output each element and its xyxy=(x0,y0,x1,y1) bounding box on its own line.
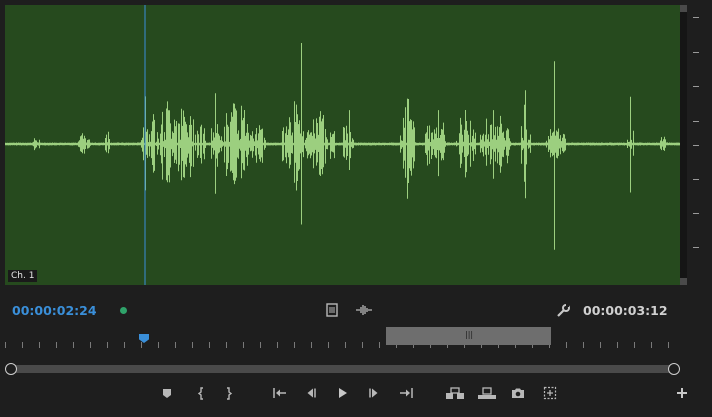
ruler-tick xyxy=(226,342,227,348)
ruler-tick xyxy=(362,342,363,348)
scrollbar-bottom-cap[interactable] xyxy=(680,278,687,285)
ruler-tick xyxy=(617,342,618,348)
overwrite-icon[interactable] xyxy=(476,384,498,402)
ruler-tick xyxy=(90,342,91,348)
go-to-in-icon[interactable] xyxy=(270,384,290,402)
ruler-tick xyxy=(39,342,40,348)
ruler-tick xyxy=(277,342,278,348)
amplitude-tick xyxy=(693,121,699,122)
camera-icon[interactable] xyxy=(508,384,528,402)
plus-icon[interactable] xyxy=(672,384,692,402)
amplitude-tick xyxy=(693,86,699,87)
amplitude-tick xyxy=(693,17,699,18)
zoom-scrollbar[interactable] xyxy=(5,363,680,375)
step-back-icon[interactable] xyxy=(301,384,321,402)
insert-icon[interactable] xyxy=(444,384,466,402)
ruler-tick xyxy=(260,342,261,348)
ruler-tick xyxy=(294,342,295,348)
status-dot xyxy=(120,307,127,314)
ruler-tick xyxy=(345,342,346,348)
play-icon[interactable] xyxy=(332,384,352,402)
ruler-tick xyxy=(243,342,244,348)
mark-out-icon[interactable] xyxy=(219,384,239,402)
zoom-handle-left[interactable] xyxy=(5,363,17,375)
ruler-tick xyxy=(651,342,652,348)
ruler-tick xyxy=(209,342,210,348)
channel-label: Ch. 1 xyxy=(8,270,38,282)
step-forward-icon[interactable] xyxy=(364,384,384,402)
drag-audio-icon[interactable] xyxy=(540,384,560,402)
ruler-tick xyxy=(328,342,329,348)
ruler-tick xyxy=(107,342,108,348)
go-to-out-icon[interactable] xyxy=(396,384,416,402)
ruler-tick xyxy=(5,342,6,348)
ruler-tick xyxy=(192,342,193,348)
mark-in-icon[interactable] xyxy=(191,384,211,402)
amplitude-tick xyxy=(693,179,699,180)
ruler-tick xyxy=(56,342,57,348)
ruler-tick xyxy=(158,342,159,348)
audio-waveform xyxy=(5,5,680,285)
ruler-tick xyxy=(583,342,584,348)
amplitude-ruler xyxy=(687,5,712,285)
ruler-tick xyxy=(600,342,601,348)
ruler-tick xyxy=(141,342,142,348)
waveform-toggle-icon[interactable] xyxy=(355,303,373,317)
scrollbar-top-cap[interactable] xyxy=(680,5,687,12)
safe-margins-icon[interactable] xyxy=(325,303,339,317)
range-grip-icon[interactable]: ||| xyxy=(465,330,473,339)
time-ruler[interactable] xyxy=(5,330,680,350)
add-marker-icon[interactable] xyxy=(157,384,177,402)
zoom-track[interactable] xyxy=(11,365,674,373)
amplitude-tick xyxy=(693,145,699,146)
ruler-tick xyxy=(566,342,567,348)
ruler-tick xyxy=(668,342,669,348)
in-out-range[interactable]: ||| xyxy=(386,327,551,345)
duration-timecode: 00:00:03:12 xyxy=(583,303,668,318)
waveform-display[interactable]: Ch. 1 xyxy=(5,5,680,285)
amplitude-tick xyxy=(693,247,699,248)
ruler-tick xyxy=(73,342,74,348)
ruler-tick xyxy=(379,342,380,348)
ruler-tick xyxy=(175,342,176,348)
amplitude-tick xyxy=(693,213,699,214)
zoom-handle-right[interactable] xyxy=(668,363,680,375)
ruler-tick xyxy=(634,342,635,348)
ruler-tick xyxy=(124,342,125,348)
waveform-path xyxy=(5,43,680,250)
ruler-tick xyxy=(311,342,312,348)
ruler-tick xyxy=(22,342,23,348)
wrench-icon[interactable] xyxy=(555,303,571,319)
current-timecode[interactable]: 00:00:02:24 xyxy=(12,303,97,318)
vertical-scrollbar[interactable] xyxy=(680,5,687,285)
amplitude-tick xyxy=(693,52,699,53)
